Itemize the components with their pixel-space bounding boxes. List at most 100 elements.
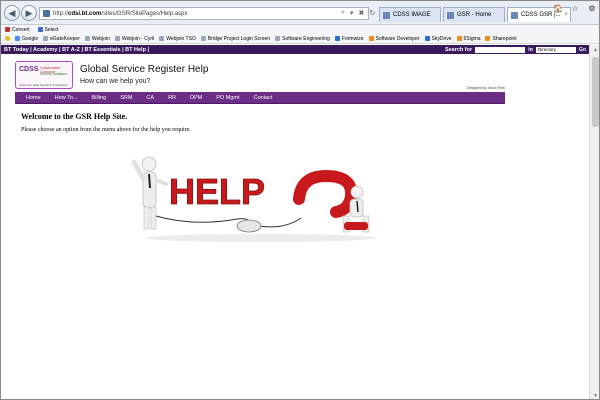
fav-label: 6Sigma [463, 35, 481, 42]
menu-item-how-to[interactable]: How To... [48, 95, 85, 101]
favorites-star-icon[interactable]: ☆ [570, 4, 580, 13]
bt-links[interactable]: BT Today | Academy | BT A-Z | BT Essenti… [4, 47, 149, 53]
logo-line2: Service Solutions [40, 72, 68, 76]
browser-toolbar-icons: 🏠 ☆ ⚙ [553, 4, 597, 13]
vertical-scrollbar[interactable]: ▲ ▼ [589, 45, 599, 399]
fav-software-engineering[interactable]: Software Engineering [275, 36, 330, 42]
browser-window: ◀ ▶ http:// cdsi.bt.com /sites/GSR/SiteP… [0, 0, 600, 400]
menu-item-contact[interactable]: Contact [246, 95, 279, 101]
tab-gsr-home[interactable]: GSR - Home [443, 7, 505, 22]
select-label: Select [44, 26, 59, 33]
search-input[interactable] [475, 46, 526, 53]
folder-icon [456, 36, 462, 41]
page-icon [334, 36, 340, 41]
mouse-cable [155, 215, 250, 225]
fav-label: eGateKeeper [50, 35, 80, 42]
site-title: Global Service Register Help [80, 64, 209, 75]
site-icon [43, 10, 50, 17]
fav-bridge-project[interactable]: Bridge Project Login Screen [200, 35, 271, 42]
page-icon [275, 36, 281, 41]
back-button[interactable]: ◀ [4, 5, 20, 21]
home-icon[interactable]: 🏠 [553, 4, 563, 13]
stop-icon[interactable]: ✖ [358, 9, 364, 17]
menu-item-billing[interactable]: Billing [85, 95, 114, 101]
dropdown-icon[interactable]: ▾ [350, 9, 354, 17]
forward-button[interactable]: ▶ [21, 5, 37, 21]
scroll-up-icon[interactable]: ▲ [590, 45, 599, 55]
menu-item-dpm[interactable]: DPM [183, 95, 209, 101]
address-bar[interactable]: http:// cdsi.bt.com /sites/GSR/SitePages… [39, 7, 369, 20]
tab-page-icon [511, 11, 518, 19]
fav-label: Bridge Project Login Screen [207, 35, 271, 42]
fav-webjoin-cyril[interactable]: Webjoin - Cyril [114, 35, 155, 42]
tab-page-icon [447, 11, 454, 19]
url-host: cdsi.bt.com [68, 10, 102, 17]
fav-label: Webjoin TSO [166, 35, 196, 42]
page-content: CDSS Collaborative Customer Service Solu… [1, 54, 589, 399]
menu-item-home[interactable]: Home [19, 95, 48, 101]
mouse-icon [236, 219, 262, 233]
question-mark-icon [293, 169, 358, 218]
favorites-star-icon[interactable] [5, 36, 10, 41]
cloud-icon [424, 36, 430, 41]
search-label: Search for [444, 46, 473, 53]
browser-titlebar: ◀ ▶ http:// cdsi.bt.com /sites/GSR/SiteP… [1, 1, 599, 25]
page-icon [84, 36, 90, 41]
fav-6sigma[interactable]: 6Sigma [456, 35, 481, 42]
tab-strip: CDSS IMAGE GSR - Home CDSS GSR |... × [379, 7, 571, 22]
fav-skydrive[interactable]: SkyDrive [424, 35, 452, 42]
fav-google[interactable]: Google [15, 36, 38, 42]
fav-label: Formwize [341, 35, 364, 42]
bt-global-bar: BT Today | Academy | BT A-Z | BT Essenti… [1, 45, 589, 54]
logo-tagline: Customer Data Systems & Solutions [19, 83, 68, 87]
in-label: in [528, 46, 534, 53]
fav-formwize[interactable]: Formwize [334, 35, 364, 42]
convert-button[interactable]: Convert [5, 27, 30, 33]
address-actions: ⌕ ▾ ✖ ↻ [341, 9, 375, 17]
fav-sharepoint[interactable]: Sharepoint [485, 35, 517, 42]
page-icon [114, 36, 120, 41]
fav-label: SkyDrive [431, 35, 452, 42]
bt-search: Search for in Directory Go [444, 46, 586, 53]
fav-webjoin-tso[interactable]: Webjoin TSO [159, 36, 196, 42]
fav-label: Sharepoint [492, 35, 517, 42]
pdf-icon [5, 27, 10, 32]
logo-text: CDSS [19, 66, 39, 73]
cdss-logo[interactable]: CDSS Collaborative Customer Service Solu… [15, 61, 73, 89]
scroll-thumb[interactable] [592, 57, 599, 127]
menu-item-rr[interactable]: RR [161, 95, 183, 101]
folder-icon [368, 36, 374, 41]
fav-label: Google [22, 35, 39, 42]
search-icon[interactable]: ⌕ [341, 9, 345, 17]
fav-egatekeeper[interactable]: eGateKeeper [43, 36, 80, 42]
convert-label: Convert [12, 26, 30, 33]
fav-webjoin[interactable]: Webjoin [84, 35, 110, 42]
select-button[interactable]: Select [37, 26, 59, 33]
page-heading: Welcome to the GSR Help Site. [21, 112, 128, 121]
scroll-down-icon[interactable]: ▼ [590, 391, 599, 399]
refresh-icon[interactable]: ↻ [369, 9, 375, 17]
menu-item-srm[interactable]: SRM [113, 95, 139, 101]
star-icon [5, 36, 10, 41]
menu-item-po-mgmt[interactable]: PO Mgmt [209, 95, 246, 101]
search-scope-select[interactable]: Directory [536, 46, 577, 53]
designed-by: Designed by Jason Park [467, 86, 505, 90]
page-icon [200, 36, 206, 41]
gear-icon[interactable]: ⚙ [587, 4, 597, 13]
command-bar: Convert Select [1, 25, 599, 34]
fav-software-developer[interactable]: Software Developer [368, 35, 420, 42]
go-button[interactable]: Go [579, 47, 586, 53]
tab-label: GSR - Home [457, 12, 492, 18]
fav-label: Webjoin [91, 35, 110, 42]
help-illustration: HELP [131, 156, 376, 242]
fav-label: Webjoin - Cyril [121, 35, 155, 42]
main-menu: Home How To... Billing SRM CA RR DPM PO … [15, 92, 505, 104]
url-prefix: http:// [53, 10, 69, 17]
menu-item-ca[interactable]: CA [139, 95, 161, 101]
folder-icon [485, 36, 491, 41]
tab-cdss-image[interactable]: CDSS IMAGE [379, 7, 441, 22]
person-figure-left [131, 156, 168, 230]
fav-label: Software Developer [375, 35, 420, 42]
url-path: /sites/GSR/SitePages/Help.aspx [101, 10, 188, 17]
google-icon [15, 36, 20, 41]
